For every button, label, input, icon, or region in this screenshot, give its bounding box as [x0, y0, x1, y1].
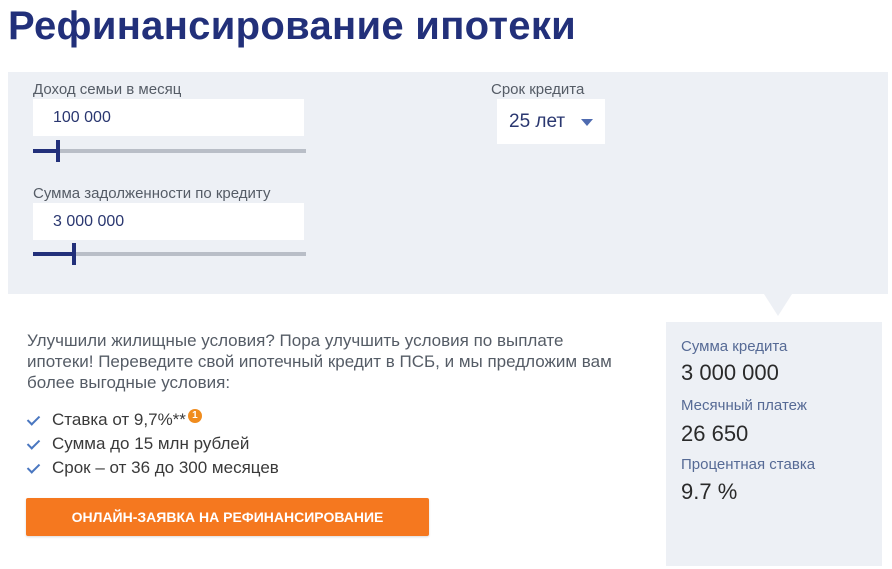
interest-rate-label: Процентная ставка [681, 456, 816, 473]
result-card: Сумма кредита 3 000 000 Месячный платеж … [666, 322, 882, 566]
debt-slider-fill [33, 252, 74, 256]
feature-item-rate: Ставка от 9,7%** 1 [26, 408, 279, 432]
footnote-badge[interactable]: 1 [187, 409, 202, 423]
check-icon [26, 436, 41, 450]
loan-amount-value: 3 000 000 [681, 360, 779, 385]
term-select[interactable]: 25 лет [497, 99, 605, 144]
feature-list: Ставка от 9,7%** 1 Сумма до 15 млн рублей… [26, 408, 279, 480]
check-icon [26, 412, 41, 426]
debt-slider-thumb[interactable] [72, 243, 76, 265]
feature-item-term: Срок – от 36 до 300 месяцев [26, 456, 279, 480]
income-slider-thumb[interactable] [56, 140, 60, 162]
feature-item-amount: Сумма до 15 млн рублей [26, 432, 279, 456]
term-label: Срок кредита [491, 81, 585, 98]
promo-intro: Улучшили жилищные условия? Пора улучшить… [27, 331, 612, 392]
term-select-value: 25 лет [509, 111, 566, 132]
income-slider-fill [33, 149, 58, 153]
calculator-pointer [764, 294, 792, 316]
page-title: Рефинансирование ипотеки [8, 4, 577, 48]
feature-text: Сумма до 15 млн рублей [52, 434, 250, 453]
income-input[interactable] [33, 99, 304, 136]
monthly-payment-value: 26 650 [681, 421, 749, 446]
debt-slider[interactable] [33, 243, 306, 265]
loan-amount-label: Сумма кредита [681, 338, 788, 355]
debt-input[interactable] [33, 203, 304, 240]
interest-rate-value: 9.7 % [681, 479, 738, 504]
income-slider[interactable] [33, 140, 306, 162]
caret-down-icon [581, 119, 593, 126]
debt-label: Сумма задолженности по кредиту [33, 185, 271, 202]
check-icon [26, 460, 41, 474]
income-label: Доход семьи в месяц [33, 81, 182, 98]
apply-online-button[interactable]: ОНЛАЙН-ЗАЯВКА НА РЕФИНАНСИРОВАНИЕ [26, 498, 429, 536]
feature-text: Срок – от 36 до 300 месяцев [52, 458, 279, 477]
feature-text: Ставка от 9,7%** [52, 410, 186, 429]
monthly-payment-label: Месячный платеж [681, 397, 807, 414]
